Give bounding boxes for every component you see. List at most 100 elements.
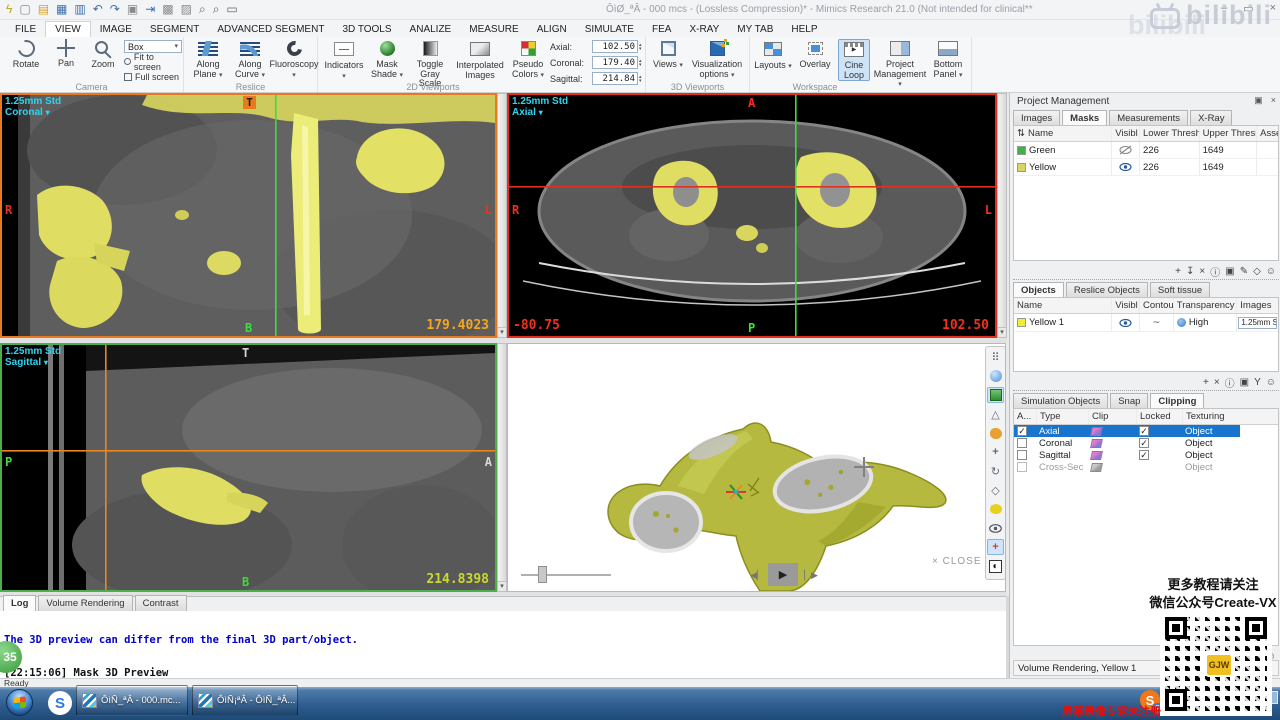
layouts-button[interactable]: Layouts ▾: [754, 39, 792, 71]
menu-fea[interactable]: FEA: [643, 22, 680, 37]
screenshot-icon[interactable]: ▭: [226, 2, 237, 16]
tab-soft-tissue[interactable]: Soft tissue: [1149, 282, 1211, 298]
tab-masks[interactable]: Masks: [1062, 110, 1108, 126]
pseudo-colors-button[interactable]: Pseudo Colors ▾: [508, 39, 548, 79]
isometric-view-icon[interactable]: ◇: [987, 482, 1004, 498]
cine-speed-slider-track[interactable]: [521, 574, 611, 576]
object-images-combobox[interactable]: 1.25mm Stn: [1238, 316, 1277, 329]
tab-reslice-objects[interactable]: Reslice Objects: [1065, 282, 1148, 298]
print-icon[interactable]: ▣: [127, 2, 138, 16]
tab-images[interactable]: Images: [1013, 110, 1061, 126]
along-plane-button[interactable]: Along Plane ▾: [188, 39, 228, 79]
sagittal-scrollbar[interactable]: ▾: [497, 343, 507, 592]
taskbar-app-button-1[interactable]: ÔìÑ_ªÂ - 000.mc...: [76, 685, 188, 716]
coronal-position-input[interactable]: 179.40: [592, 56, 638, 69]
sagittal-spinner[interactable]: ▴ ▾: [639, 74, 642, 83]
taskbar-app-button-2[interactable]: ÔìÑ¡ªÂ - ÔìÑ_ªÂ...: [192, 685, 298, 716]
sort-icon[interactable]: ⇅: [1017, 128, 1025, 139]
visibility-eye-off-icon[interactable]: [1111, 142, 1139, 158]
pan-button[interactable]: Pan: [50, 39, 82, 69]
axial-position-input[interactable]: 102.50: [592, 40, 638, 53]
delete-icon[interactable]: ×: [1214, 377, 1220, 388]
panel-close-icon[interactable]: ×: [1271, 95, 1276, 106]
mask-shade-button[interactable]: Mask Shade ▾: [368, 39, 406, 79]
cine-loop-button[interactable]: ▶ Cine Loop: [838, 39, 870, 81]
menu-3d-tools[interactable]: 3D TOOLS: [333, 22, 400, 37]
menu-segment[interactable]: SEGMENT: [141, 22, 208, 37]
visibility-eye-icon[interactable]: [1111, 314, 1139, 331]
tab-xray[interactable]: X-Ray: [1190, 110, 1233, 126]
start-button[interactable]: [6, 689, 33, 716]
info-icon[interactable]: ⓘ: [1225, 375, 1235, 390]
axial-spinner[interactable]: ▴ ▾: [639, 42, 642, 51]
rotate-button[interactable]: Rotate: [6, 36, 46, 70]
menu-measure[interactable]: MEASURE: [460, 22, 527, 37]
menu-my-tab[interactable]: MY TAB: [728, 22, 782, 37]
smooth-icon[interactable]: ☺: [1266, 266, 1276, 277]
menu-image[interactable]: IMAGE: [91, 22, 141, 37]
along-curve-button[interactable]: Along Curve ▾: [230, 39, 270, 79]
menu-xray[interactable]: X-RAY: [680, 22, 728, 37]
tab-measurements[interactable]: Measurements: [1109, 110, 1189, 126]
coronal-scrollbar[interactable]: ▾: [497, 93, 507, 338]
mask-color-swatch[interactable]: [1017, 145, 1026, 155]
menu-view[interactable]: VIEW: [45, 21, 91, 37]
cine-play-button[interactable]: ▶: [768, 563, 798, 586]
active-checkbox[interactable]: [1017, 450, 1027, 460]
visualization-options-button[interactable]: Visualization options ▾: [688, 39, 746, 79]
panel-float-icon[interactable]: ▣: [1254, 95, 1263, 106]
scroll-down-icon[interactable]: ▾: [498, 327, 506, 337]
crosshair-icon[interactable]: +: [987, 539, 1004, 555]
locked-checkbox[interactable]: ✓: [1139, 426, 1149, 436]
locked-checkbox[interactable]: ✓: [1139, 438, 1149, 448]
object-row-yellow1[interactable]: Yellow 1 ∼ High 1.25mm Stn: [1014, 314, 1278, 332]
cine-next-frame-button[interactable]: ▏ ▶: [803, 568, 819, 582]
scene-settings-icon[interactable]: [987, 368, 1004, 384]
tab-clipping[interactable]: Clipping: [1150, 393, 1205, 409]
redo-icon[interactable]: ↷: [110, 2, 120, 16]
cine-speed-slider-handle[interactable]: [538, 566, 547, 583]
zoom-in-icon[interactable]: ⌕: [199, 2, 206, 16]
info-icon[interactable]: ⓘ: [1210, 264, 1220, 279]
clipping-row-coronal[interactable]: Coronal ✓ Object: [1014, 437, 1278, 449]
mask-color-swatch[interactable]: [1017, 162, 1026, 172]
export-icon[interactable]: ↧: [1186, 266, 1194, 277]
open-project-icon[interactable]: ▤: [38, 2, 49, 16]
smooth-icon[interactable]: ☺: [1266, 377, 1276, 388]
edit-icon[interactable]: ✎: [1240, 266, 1248, 277]
scroll-down-icon[interactable]: ▾: [498, 581, 506, 591]
duplicate-icon[interactable]: ▣: [1225, 266, 1234, 277]
rotate-3d-icon[interactable]: ↻: [987, 463, 1004, 479]
axial-series-dropdown[interactable]: Axial ▾: [512, 107, 568, 118]
sagittal-series-dropdown[interactable]: Sagittal ▾: [5, 357, 61, 368]
visibility-eye-icon[interactable]: [1111, 159, 1139, 175]
clipping-row-cross-sec[interactable]: Cross-Sec Object: [1014, 461, 1278, 473]
zoom-button[interactable]: Zoom: [86, 39, 120, 70]
views-button[interactable]: Views ▾: [650, 39, 686, 70]
interpolated-images-button[interactable]: Interpolated Images: [454, 39, 506, 80]
three-d-viewport[interactable]: ◀ ▏ ▶ ▏ ▶ × CLOSE ⠿ △ + ↻ ◇ + ◐: [507, 343, 1006, 592]
copy-icon[interactable]: ▩: [162, 2, 173, 16]
paste-icon[interactable]: ▨: [181, 2, 192, 16]
tab-log[interactable]: Log: [3, 595, 37, 611]
panel-splitter[interactable]: [1006, 596, 1009, 678]
project-management-button[interactable]: Project Management ▾: [874, 39, 926, 89]
menu-simulate[interactable]: SIMULATE: [576, 22, 643, 37]
cine-previous-frame-button[interactable]: ◀ ▏: [749, 568, 765, 582]
undo-icon[interactable]: ↶: [93, 2, 103, 16]
active-checkbox[interactable]: ✓: [1017, 426, 1027, 436]
zoom-out-icon[interactable]: ⌕: [213, 2, 220, 16]
tab-contrast[interactable]: Contrast: [134, 595, 187, 611]
save-as-icon[interactable]: ▥: [74, 2, 85, 16]
tab-volume-rendering[interactable]: Volume Rendering: [38, 595, 133, 611]
locked-checkbox[interactable]: ✓: [1139, 450, 1149, 460]
export-icon[interactable]: ⇥: [145, 2, 155, 16]
fluoroscopy-button[interactable]: Fluoroscopy ▾: [269, 38, 319, 79]
menu-help[interactable]: HELP: [782, 22, 826, 37]
cine-close-button[interactable]: × CLOSE: [932, 556, 982, 567]
tab-snap[interactable]: Snap: [1110, 393, 1149, 409]
tab-simulation-objects[interactable]: Simulation Objects: [1013, 393, 1109, 409]
delete-icon[interactable]: ×: [1199, 266, 1205, 277]
overlay-button[interactable]: Overlay: [796, 39, 834, 70]
bottom-panel-button[interactable]: Bottom Panel ▾: [928, 39, 968, 79]
